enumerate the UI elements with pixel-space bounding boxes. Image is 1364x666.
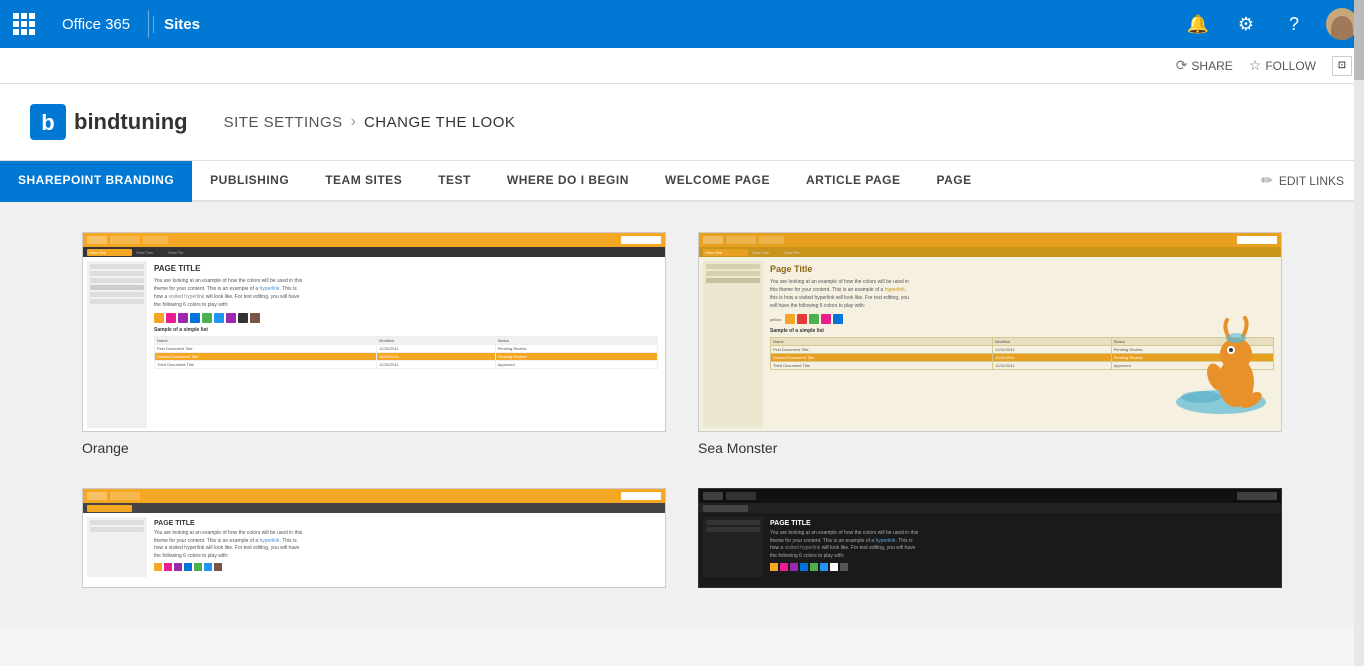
pencil-icon: ✏: [1261, 172, 1273, 189]
tab-publishing[interactable]: PUBLISHING: [192, 161, 307, 202]
breadcrumb-parent[interactable]: SITE SETTINGS: [224, 114, 343, 131]
theme-preview-orange: View One View Two View Thr: [82, 232, 666, 432]
app-title: Office 365: [48, 16, 144, 33]
theme-preview-dark: PAGE TITLE You are looking at an example…: [698, 488, 1282, 588]
tab-team-sites[interactable]: TEAM SITES: [307, 161, 420, 202]
theme-card-sea-monster[interactable]: View One View Two View Thr Page Title: [698, 232, 1282, 456]
view-mode-toggle[interactable]: ⊡: [1332, 56, 1352, 76]
tab-welcome-page[interactable]: WELCOME PAGE: [647, 161, 788, 202]
navigation-tabs: SHAREPOINT BRANDING PUBLISHING TEAM SITE…: [0, 161, 1364, 202]
notifications-button[interactable]: 🔔: [1176, 0, 1220, 48]
secondary-action-bar: ⟳ SHARE ☆ FOLLOW ⊡: [0, 48, 1364, 84]
themes-grid: View One View Two View Thr: [82, 232, 1282, 596]
tab-page[interactable]: PAGE: [918, 161, 989, 202]
section-title: Sites: [153, 16, 210, 33]
gear-icon: ⚙: [1238, 14, 1254, 35]
follow-action[interactable]: ☆ FOLLOW: [1249, 57, 1316, 74]
top-bar-divider: [148, 10, 149, 38]
theme-card-dark[interactable]: PAGE TITLE You are looking at an example…: [698, 488, 1282, 596]
page-scrollbar[interactable]: [1354, 0, 1364, 666]
follow-icon: ☆: [1249, 57, 1262, 74]
tab-article-page[interactable]: ARTICLE PAGE: [788, 161, 918, 202]
app-grid-button[interactable]: [0, 0, 48, 48]
svg-text:b: b: [41, 110, 54, 135]
help-icon: ?: [1289, 14, 1299, 35]
help-button[interactable]: ?: [1272, 0, 1316, 48]
avatar-silhouette: [1331, 16, 1353, 40]
theme-card-3[interactable]: PAGE TITLE You are looking at an example…: [82, 488, 666, 596]
share-label: SHARE: [1191, 59, 1232, 73]
scrollbar-thumb[interactable]: [1354, 0, 1364, 80]
grid-icon: [13, 13, 35, 35]
follow-label: FOLLOW: [1265, 59, 1316, 73]
brand-logo: b bindtuning: [30, 104, 188, 140]
edit-links-button[interactable]: ✏ EDIT LINKS: [1261, 172, 1364, 189]
main-content: View One View Two View Thr: [0, 202, 1364, 626]
brand-name: bindtuning: [74, 109, 188, 135]
bell-icon: 🔔: [1187, 14, 1209, 35]
brand-logo-icon: b: [30, 104, 66, 140]
breadcrumb: SITE SETTINGS › CHANGE THE LOOK: [224, 113, 516, 131]
settings-button[interactable]: ⚙: [1224, 0, 1268, 48]
top-bar-right-actions: 🔔 ⚙ ?: [1176, 0, 1364, 48]
breadcrumb-separator: ›: [351, 113, 356, 131]
theme-preview-3: PAGE TITLE You are looking at an example…: [82, 488, 666, 588]
tab-where-do-i-begin[interactable]: WHERE DO I BEGIN: [489, 161, 647, 202]
site-header: b bindtuning SITE SETTINGS › CHANGE THE …: [0, 84, 1364, 161]
share-action[interactable]: ⟳ SHARE: [1176, 57, 1233, 74]
view-icon: ⊡: [1338, 60, 1346, 71]
theme-label-orange: Orange: [82, 440, 666, 456]
theme-card-orange[interactable]: View One View Two View Thr: [82, 232, 666, 456]
theme-label-sea-monster: Sea Monster: [698, 440, 1282, 456]
tab-sharepoint-branding[interactable]: SHAREPOINT BRANDING: [0, 161, 192, 202]
breadcrumb-current: CHANGE THE LOOK: [364, 114, 515, 131]
share-icon: ⟳: [1176, 57, 1188, 74]
theme-preview-sea-monster: View One View Two View Thr Page Title: [698, 232, 1282, 432]
edit-links-label: EDIT LINKS: [1279, 174, 1344, 188]
tab-test[interactable]: TEST: [420, 161, 489, 202]
top-navigation-bar: Office 365 Sites 🔔 ⚙ ?: [0, 0, 1364, 48]
